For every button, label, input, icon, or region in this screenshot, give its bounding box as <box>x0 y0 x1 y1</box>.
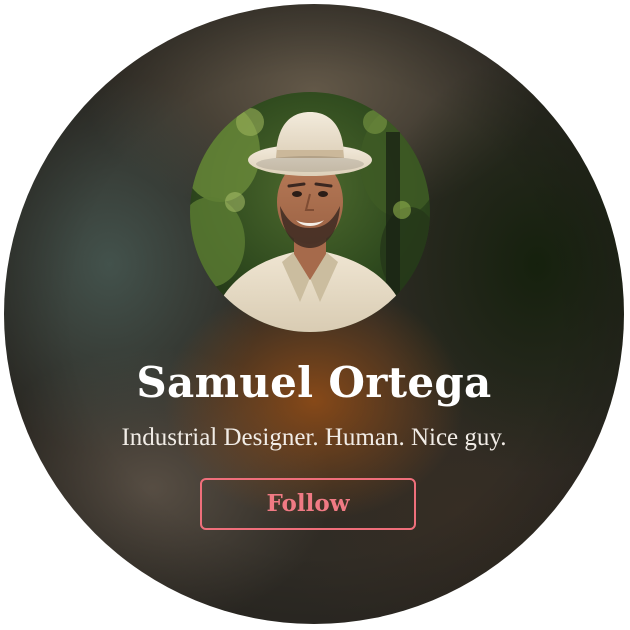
page: Samuel Ortega Industrial Designer. Human… <box>0 0 630 630</box>
avatar <box>190 92 430 332</box>
profile-name: Samuel Ortega <box>136 358 492 407</box>
profile-photo-icon <box>190 92 430 332</box>
follow-button[interactable]: Follow <box>200 478 416 530</box>
profile-bio: Industrial Designer. Human. Nice guy. <box>121 424 507 451</box>
profile-card: Samuel Ortega Industrial Designer. Human… <box>4 4 624 624</box>
